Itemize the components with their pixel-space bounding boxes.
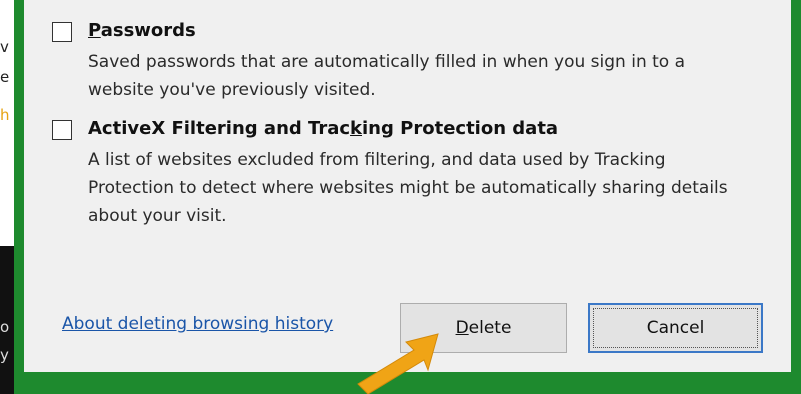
focus-ring bbox=[593, 308, 758, 348]
cancel-button[interactable]: Cancel bbox=[588, 303, 763, 353]
passwords-title[interactable]: Passwords bbox=[88, 20, 196, 41]
passwords-description: Saved passwords that are automatically f… bbox=[88, 52, 686, 100]
delete-browsing-history-dialog: Passwords Saved passwords that are autom… bbox=[24, 0, 791, 394]
background-text-fragment: h bbox=[0, 106, 10, 124]
passwords-checkbox[interactable] bbox=[52, 22, 72, 42]
dialog-frame-left bbox=[14, 0, 24, 394]
background-text-fragment: e bbox=[0, 68, 10, 86]
background-text-fragment: v bbox=[0, 38, 9, 56]
activex-tracking-checkbox[interactable] bbox=[52, 120, 72, 140]
dialog-frame-right bbox=[791, 0, 801, 394]
background-text-fragment: o bbox=[0, 318, 10, 336]
activex-tracking-title[interactable]: ActiveX Filtering and Tracking Protectio… bbox=[88, 118, 558, 139]
about-deleting-history-link[interactable]: About deleting browsing history bbox=[62, 314, 333, 334]
activex-tracking-description: A list of websites excluded from filteri… bbox=[88, 150, 728, 226]
pointer-arrow-icon bbox=[357, 333, 439, 394]
background-text-fragment: y bbox=[0, 346, 9, 364]
